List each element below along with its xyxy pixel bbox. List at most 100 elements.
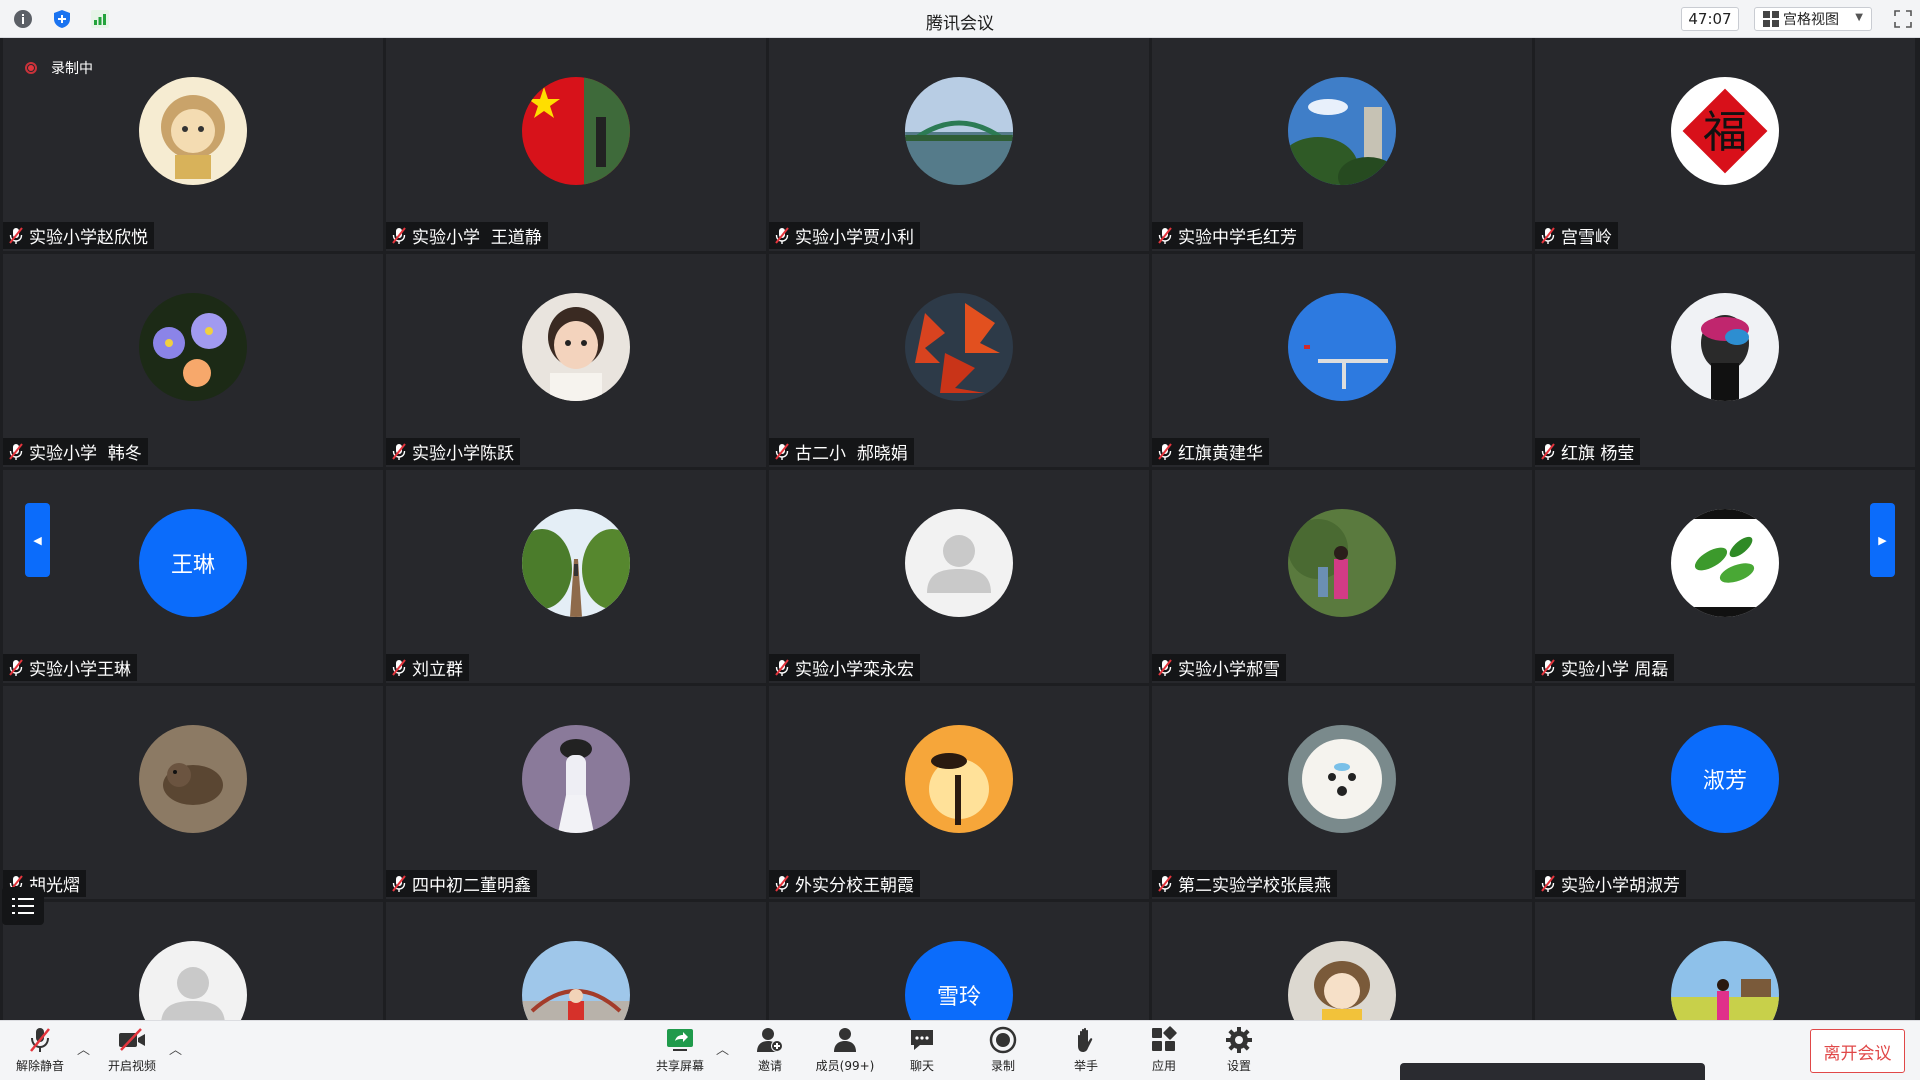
participant-name: 第二实验学校张晨燕 (1178, 876, 1331, 896)
participant-tile[interactable]: 古二小 郝晓娟 (769, 254, 1149, 467)
avatar-initials: 王琳 (139, 509, 247, 617)
invite-button[interactable]: 邀请 (730, 1025, 810, 1074)
avatar (139, 725, 247, 833)
recording-indicator: 录制中 (25, 58, 93, 78)
mic-muted-icon (774, 874, 790, 893)
mic-muted-icon (774, 658, 790, 677)
mic-muted-icon (391, 658, 407, 677)
apps-button[interactable]: 应用 (1124, 1025, 1204, 1074)
avatar (522, 509, 630, 617)
mic-muted-icon (391, 874, 407, 893)
participant-grid: 实验小学赵欣悦 实验小学 王道静 实验小学贾小利 实验中学毛红芳 福宫雪岭 实验小学 韩冬… (3, 38, 1920, 1020)
notification-popup (1400, 1063, 1705, 1080)
mic-muted-icon (1157, 658, 1173, 677)
meeting-title: 腾讯会议 (926, 14, 994, 34)
recording-dot-icon (25, 62, 37, 74)
participant-tile[interactable]: 实验小学 王道静 (386, 38, 766, 251)
hand-icon (1071, 1025, 1101, 1055)
share-screen-button[interactable]: 共享屏幕 (640, 1025, 720, 1074)
participant-name: 实验小学胡淑芳 (1561, 876, 1680, 896)
participant-name-label: 实验小学栾永宏 (769, 654, 920, 681)
mic-muted-icon (1540, 442, 1556, 461)
avatar (1288, 293, 1396, 401)
participant-name: 刘立群 (412, 660, 463, 680)
participant-tile[interactable]: 淑芳 实验小学胡淑芳 (1535, 686, 1915, 899)
participant-tile[interactable]: 实验小学陈跃 (386, 254, 766, 467)
avatar (1288, 509, 1396, 617)
members-button[interactable]: 成员(99+) (805, 1025, 885, 1074)
participant-tile[interactable] (3, 902, 383, 1020)
participant-name: 宫雪岭 (1561, 228, 1612, 248)
participant-name-label: 实验中学毛红芳 (1152, 222, 1303, 249)
start-video-label: 开启视频 (107, 1059, 156, 1073)
participant-tile[interactable]: 实验小学郝雪 (1152, 470, 1532, 683)
participant-tile[interactable]: 实验小学 韩冬 (3, 254, 383, 467)
participant-tile[interactable] (1152, 902, 1532, 1020)
avatar (1288, 941, 1396, 1020)
participant-name: 实验小学贾小利 (795, 228, 914, 248)
chat-label: 聊天 (909, 1059, 934, 1073)
apps-label: 应用 (1151, 1059, 1176, 1073)
participant-tile[interactable]: 实验小学贾小利 (769, 38, 1149, 251)
participant-tile[interactable]: 刘立群 (386, 470, 766, 683)
record-button[interactable]: 录制 (963, 1025, 1043, 1074)
members-icon (830, 1025, 860, 1055)
audio-options-caret[interactable]: ︿ (77, 1039, 90, 1058)
avatar (139, 77, 247, 185)
svg-text:福: 福 (1703, 107, 1747, 158)
view-mode-label: 宫格视图 (1783, 12, 1839, 28)
participant-tile[interactable]: 实验中学毛红芳 (1152, 38, 1532, 251)
participant-name-label: 实验小学贾小利 (769, 222, 920, 249)
fullscreen-icon[interactable] (1893, 9, 1913, 29)
participant-tile[interactable]: 胡光熠 (3, 686, 383, 899)
title-bar: 腾讯会议 47:07 宫格视图 ▼ (0, 0, 1920, 38)
participant-tile[interactable]: 福宫雪岭 (1535, 38, 1915, 251)
share-screen-icon (665, 1025, 695, 1055)
next-page-button[interactable]: ▶ (1870, 503, 1895, 577)
participant-name-label: 四中初二董明鑫 (386, 870, 537, 897)
participant-tile[interactable] (386, 902, 766, 1020)
recording-label: 录制中 (51, 61, 93, 77)
participant-name: 四中初二董明鑫 (412, 876, 531, 896)
chat-button[interactable]: 聊天 (882, 1025, 962, 1074)
participant-name-label: 古二小 郝晓娟 (769, 438, 914, 465)
participant-tile[interactable] (1535, 902, 1915, 1020)
unmute-button[interactable]: 解除静音 (0, 1025, 80, 1074)
avatar (905, 725, 1013, 833)
members-label: 成员(99+) (815, 1059, 875, 1073)
participant-tile[interactable]: 第二实验学校张晨燕 (1152, 686, 1532, 899)
participant-tile[interactable]: 实验小学栾永宏 (769, 470, 1149, 683)
participant-name-label: 实验小学陈跃 (386, 438, 520, 465)
raise-hand-button[interactable]: 举手 (1046, 1025, 1126, 1074)
start-video-button[interactable]: 开启视频 (92, 1025, 172, 1074)
participant-name-label: 外实分校王朝霞 (769, 870, 920, 897)
participant-tile[interactable]: 雪玲 (769, 902, 1149, 1020)
share-options-caret[interactable]: ︿ (716, 1039, 729, 1058)
prev-page-button[interactable]: ◀ (25, 503, 50, 577)
participant-tile[interactable]: 红旗 杨莹 (1535, 254, 1915, 467)
participant-name: 古二小 郝晓娟 (795, 444, 908, 464)
participant-tile[interactable]: 王琳 实验小学王琳 (3, 470, 383, 683)
mic-muted-icon (1540, 226, 1556, 245)
participant-name-label: 实验小学胡淑芳 (1535, 870, 1686, 897)
settings-button[interactable]: 设置 (1199, 1025, 1279, 1074)
participant-name-label: 红旗 杨莹 (1535, 438, 1641, 465)
participant-list-toggle[interactable] (2, 887, 44, 925)
mic-muted-icon (391, 442, 407, 461)
mic-muted-icon (1157, 442, 1173, 461)
participant-name-label: 实验小学 王道静 (386, 222, 548, 249)
mic-muted-icon (1157, 226, 1173, 245)
video-options-caret[interactable]: ︿ (169, 1039, 182, 1058)
participant-tile[interactable]: 实验小学 周磊 (1535, 470, 1915, 683)
view-mode-dropdown[interactable]: 宫格视图 ▼ (1754, 7, 1872, 31)
participant-tile[interactable]: 红旗黄建华 (1152, 254, 1532, 467)
list-icon (12, 898, 34, 914)
leave-meeting-button[interactable]: 离开会议 (1810, 1029, 1905, 1073)
avatar (1288, 77, 1396, 185)
participant-tile[interactable]: 四中初二董明鑫 (386, 686, 766, 899)
participant-tile[interactable]: 外实分校王朝霞 (769, 686, 1149, 899)
mic-muted-icon (391, 226, 407, 245)
avatar: 福 (1671, 77, 1779, 185)
invite-label: 邀请 (757, 1059, 782, 1073)
avatar (1671, 509, 1779, 617)
